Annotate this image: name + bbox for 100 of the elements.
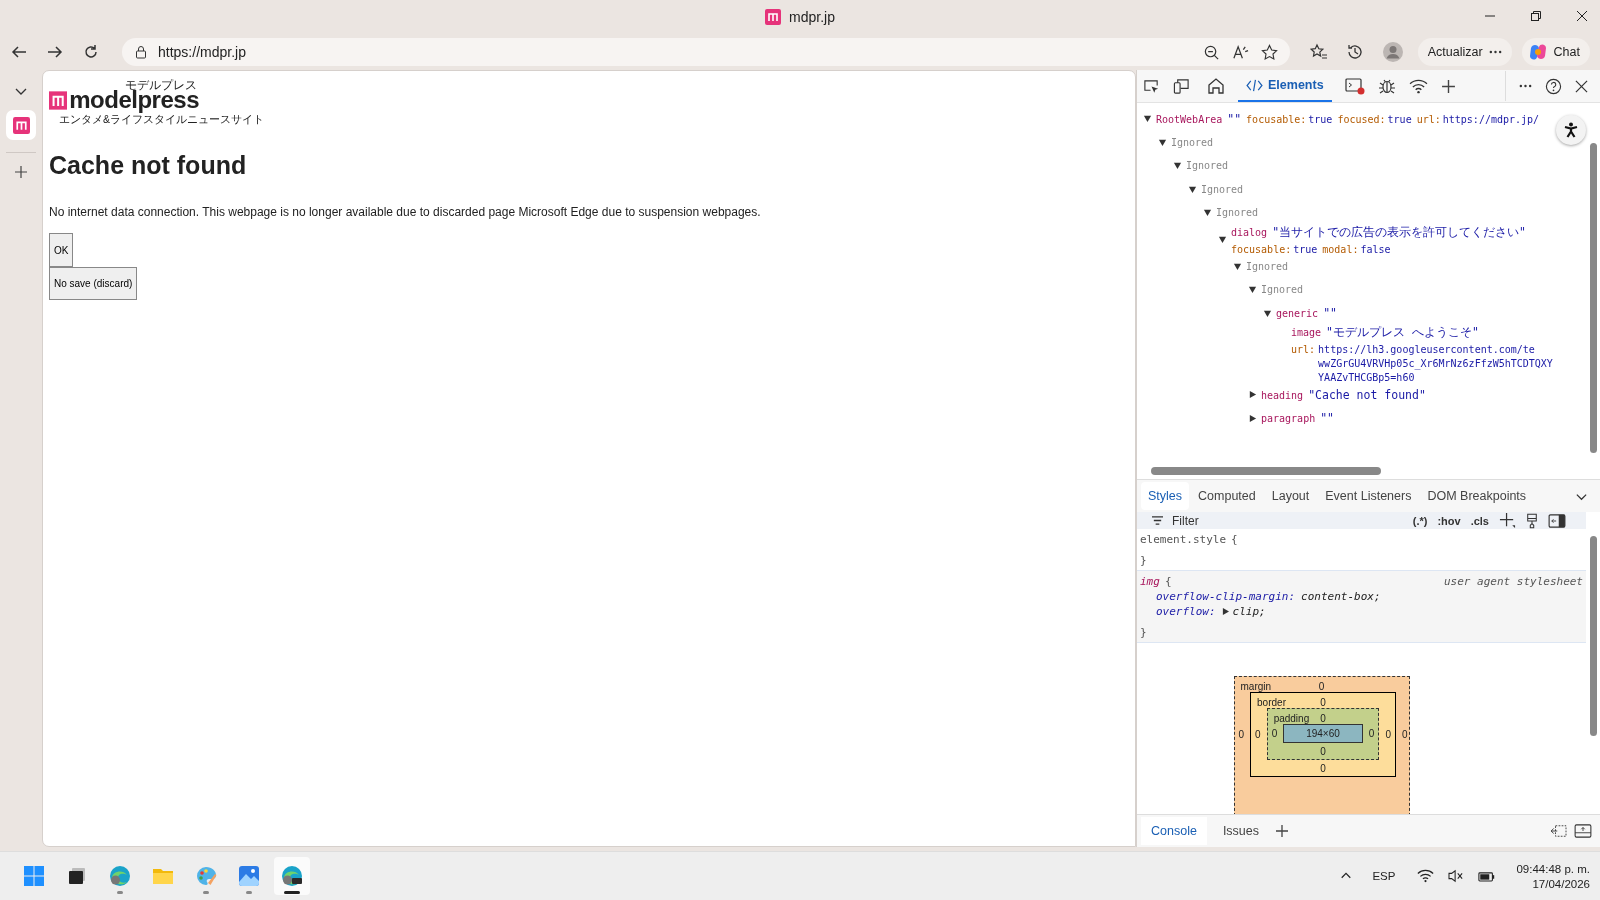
- address-bar[interactable]: https://mdpr.jp: [122, 38, 1290, 66]
- favorites-icon[interactable]: [1309, 43, 1328, 61]
- history-icon[interactable]: [1345, 43, 1364, 61]
- collapsed-triangle-icon[interactable]: [1248, 390, 1257, 400]
- node-name: "": [1320, 411, 1335, 426]
- node-name: "当サイトでの広告の表示を許可してください": [1272, 224, 1526, 240]
- expanded-triangle-icon[interactable]: [1233, 261, 1242, 271]
- node-name: "モデルプレス へようこそ": [1326, 325, 1479, 340]
- drawer-tab[interactable]: Issues: [1212, 817, 1269, 845]
- chat-button[interactable]: Chat: [1521, 38, 1590, 66]
- console-error-icon[interactable]: [1344, 77, 1365, 95]
- discard-button[interactable]: No save (discard): [49, 267, 138, 300]
- page-message: No internet data connection. This webpage is no longer available due to discarded page Microsoft Edge due to suspension webpages.: [49, 205, 762, 219]
- star-icon[interactable]: [1260, 43, 1278, 61]
- code-icon: [1246, 78, 1263, 92]
- expanded-triangle-icon[interactable]: [1173, 161, 1182, 171]
- node-role: Ignored: [1246, 260, 1289, 272]
- expanded-triangle-icon[interactable]: [1263, 308, 1272, 318]
- node-role: heading: [1261, 389, 1304, 401]
- accessibility-button[interactable]: [1556, 115, 1586, 145]
- expanded-triangle-icon[interactable]: [1218, 235, 1227, 244]
- logo-tagline: エンタメ&ライフスタイルニュースサイト: [59, 113, 264, 127]
- box-value: 0: [1401, 729, 1408, 740]
- undock-icon[interactable]: [1550, 824, 1568, 838]
- refresh-icon[interactable]: [82, 43, 100, 61]
- lock-icon: [134, 45, 148, 59]
- node-role: Ignored: [1261, 284, 1304, 296]
- expanded-triangle-icon[interactable]: [1188, 184, 1197, 194]
- box-value: 0: [1320, 713, 1326, 724]
- node-role: paragraph: [1261, 413, 1316, 425]
- pane-tab[interactable]: Computed: [1191, 482, 1263, 510]
- close-icon[interactable]: [1576, 10, 1588, 22]
- node-name: "Cache not found": [1308, 387, 1426, 402]
- speaker-muted-icon[interactable]: [1448, 869, 1465, 883]
- new-rule-icon[interactable]: [1499, 512, 1516, 529]
- battery-icon[interactable]: [1478, 869, 1497, 883]
- wifi-icon[interactable]: [1417, 869, 1435, 883]
- pane-tab[interactable]: DOM Breakpoints: [1420, 482, 1534, 510]
- property-value: wwZGrGU4VRVHp05c_Xr6MrNz6zFfzW5hTCDTQXY: [1318, 358, 1553, 369]
- plus-icon[interactable]: [1440, 78, 1456, 94]
- property-value: true: [1293, 243, 1318, 255]
- device-icon[interactable]: [1173, 77, 1190, 95]
- node-role: Ignored: [1216, 207, 1259, 219]
- browser-icon: [109, 865, 131, 887]
- property-key: focused:: [1337, 113, 1386, 125]
- help-icon[interactable]: [1545, 77, 1562, 95]
- expanded-triangle-icon[interactable]: [1143, 114, 1152, 124]
- sidebar-toggle-icon[interactable]: [1548, 513, 1566, 528]
- site-logo-icon: [765, 9, 782, 25]
- node-name: "": [1227, 111, 1242, 126]
- dock-icon[interactable]: [1574, 824, 1592, 838]
- expanded-triangle-icon[interactable]: [1203, 208, 1212, 218]
- filter-toggle[interactable]: :hov: [1437, 514, 1461, 527]
- address-text: https://mdpr.jp: [158, 44, 246, 60]
- profile-icon[interactable]: [1381, 41, 1404, 63]
- window-title: mdpr.jp: [789, 9, 835, 25]
- home-icon[interactable]: [1207, 77, 1225, 95]
- box-value: 0: [1271, 728, 1278, 739]
- collapsed-triangle-icon[interactable]: [1248, 413, 1257, 423]
- zoom-icon[interactable]: [1202, 43, 1220, 61]
- more-icon[interactable]: [1519, 84, 1532, 88]
- expanded-triangle-icon[interactable]: [1158, 137, 1167, 147]
- ok-button[interactable]: OK: [49, 233, 74, 267]
- box-value: 0: [1320, 763, 1326, 774]
- clock-date[interactable]: 17/04/2026: [1532, 877, 1590, 890]
- taskbar-app[interactable]: [274, 857, 310, 895]
- bug-icon[interactable]: [1377, 77, 1396, 95]
- filter-toggle[interactable]: .cls: [1470, 514, 1489, 527]
- inspect-icon[interactable]: [1143, 77, 1160, 95]
- node-name: "": [1323, 306, 1337, 321]
- close-icon[interactable]: [1575, 79, 1588, 93]
- restore-icon[interactable]: [1530, 10, 1542, 22]
- read-aloud-icon[interactable]: [1231, 43, 1249, 61]
- paint-palette-icon: [195, 865, 217, 887]
- wifi-icon[interactable]: [1408, 78, 1428, 94]
- pane-tab[interactable]: Styles: [1141, 482, 1190, 510]
- pane-tab[interactable]: Event Listeners: [1318, 482, 1419, 510]
- node-role: Ignored: [1201, 183, 1244, 195]
- filter-field[interactable]: Filter: [1170, 512, 1254, 529]
- filter-toggle[interactable]: (.*): [1412, 514, 1428, 527]
- clock-time[interactable]: 09:44:48 p. m.: [1516, 862, 1590, 875]
- language-indicator[interactable]: ESP: [1372, 870, 1396, 882]
- property-key: modal:: [1322, 243, 1359, 255]
- expanded-triangle-icon[interactable]: [1248, 285, 1257, 295]
- property-key: focusable:: [1231, 243, 1292, 255]
- property-value: true: [1308, 113, 1333, 125]
- drawer-tab[interactable]: Console: [1141, 817, 1207, 845]
- vertical-tab[interactable]: [6, 110, 36, 140]
- pane-tab[interactable]: Layout: [1264, 482, 1317, 510]
- expand-triangle-icon[interactable]: [1221, 608, 1229, 615]
- paint-brush-icon[interactable]: [1526, 512, 1538, 529]
- content-box: 194×60: [1283, 724, 1363, 743]
- windows-logo-icon: [23, 865, 45, 887]
- update-button[interactable]: Actualizar: [1417, 38, 1512, 66]
- node-role: Ignored: [1171, 136, 1214, 148]
- css-selector: img: [1140, 575, 1160, 588]
- elements-tab[interactable]: Elements: [1238, 70, 1332, 102]
- site-logo-icon: [12, 116, 30, 134]
- plus-icon[interactable]: [1275, 824, 1289, 838]
- logo-mark-icon: [49, 89, 68, 111]
